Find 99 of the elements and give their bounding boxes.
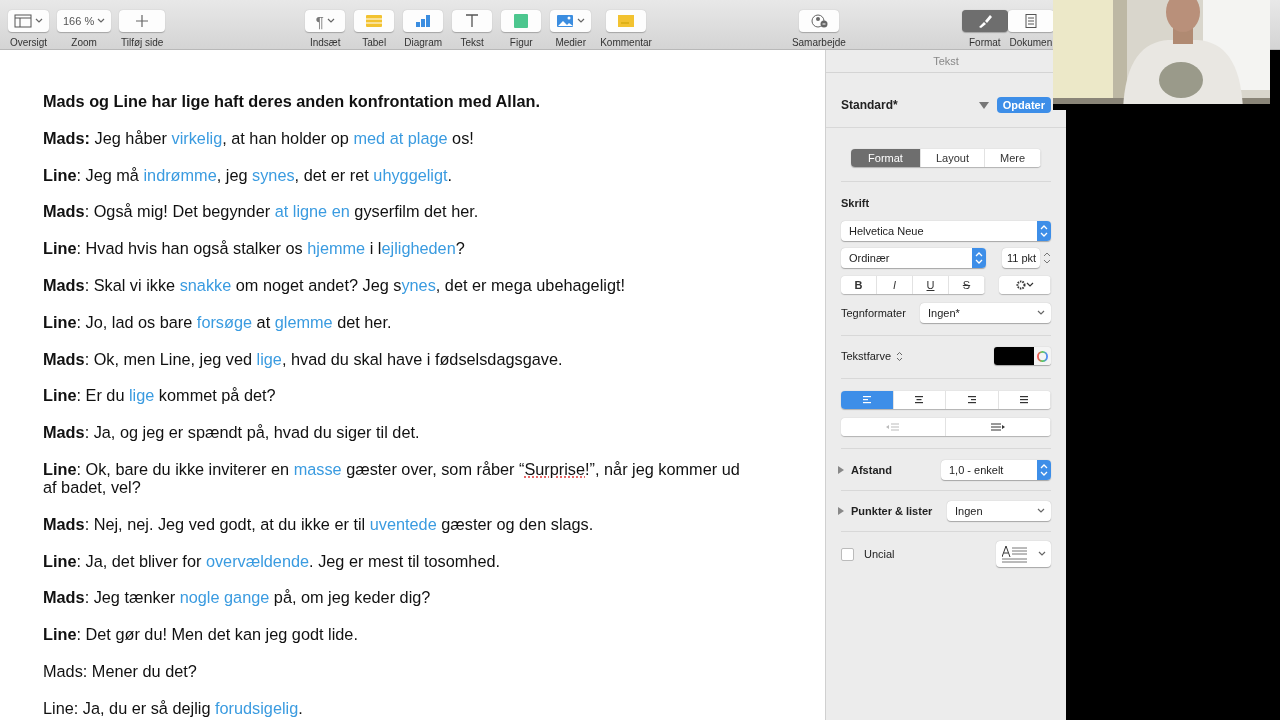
disclosure-triangle-icon[interactable] — [838, 466, 845, 474]
inspector-tab[interactable]: Mere — [985, 149, 1041, 167]
chevron-icon — [1037, 508, 1045, 514]
section-heading: Skrift — [841, 197, 870, 209]
stepper-icon — [1040, 225, 1048, 237]
drop-cap-icon — [1002, 545, 1028, 563]
sidebar-view-icon — [14, 14, 32, 28]
dialogue-line: Line: Det gør du! Men det kan jeg godt lide. — [43, 625, 359, 644]
chevron-icon — [1037, 310, 1045, 316]
view-button[interactable] — [8, 10, 49, 32]
toolbar-label: Dokumen — [1009, 37, 1053, 48]
align-right-icon — [966, 396, 977, 404]
font-size-field[interactable]: 11 pkt — [1002, 248, 1040, 268]
alignment-button[interactable] — [893, 391, 946, 409]
pilcrow-icon: ¶ — [315, 12, 324, 30]
dialogue-line: Line: Jo, lad os bare forsøge at glemme det her. — [43, 312, 393, 331]
field-label: Tegnformater — [841, 307, 906, 319]
stepper-icon[interactable] — [1043, 251, 1051, 265]
align-left-icon — [861, 396, 872, 404]
dialogue-line: Line: Ja, det bliver for overvældende. Jeg er mest til tosomhed. — [43, 551, 501, 570]
toolbar-label: Medier — [555, 37, 586, 48]
drop-cap-style-popup[interactable] — [996, 541, 1051, 567]
collaborate-button[interactable] — [798, 10, 839, 32]
stepper-icon — [1040, 464, 1048, 476]
toolbar-label: Format — [968, 37, 1001, 48]
paragraph-style-name: Standard* — [841, 98, 898, 112]
color-well[interactable] — [994, 347, 1034, 365]
dialogue-line: Line: Jeg må indrømme, jeg synes, det er ret uhyggeligt. — [43, 165, 454, 184]
character-style-popup[interactable]: Ingen* — [920, 303, 1051, 323]
inspector-tab[interactable]: Layout — [921, 149, 985, 167]
stepper-icon[interactable] — [896, 350, 904, 362]
font-popup[interactable]: Helvetica Neue — [841, 221, 1051, 241]
dialogue-line: Mads: Mener du det? — [43, 661, 198, 680]
format-button[interactable] — [961, 10, 1008, 32]
dialogue-line: Mads: Nej, nej. Jeg ved godt, at du ikke er til uventede gæster og den slags. — [43, 514, 595, 533]
disclosure-triangle-icon[interactable] — [838, 507, 845, 515]
underline-button[interactable]: U — [913, 276, 949, 294]
toolbar-label: Samarbejde — [791, 37, 846, 48]
media-button[interactable] — [550, 10, 592, 32]
table-icon — [365, 14, 384, 28]
chevron-icon — [1025, 282, 1034, 288]
align-center-icon — [914, 396, 925, 404]
toolbar-label: Diagram — [404, 37, 443, 48]
document-button[interactable] — [1007, 10, 1054, 32]
comment-icon — [617, 14, 636, 28]
dialogue-line: Mads: Skal vi ikke snakke om noget andet? Jeg synes, det er mega ubehageligt! — [43, 276, 626, 294]
stepper-icon — [975, 252, 983, 264]
color-wheel-icon[interactable] — [1037, 350, 1048, 362]
spacing-popup[interactable]: 1,0 - enkelt — [941, 460, 1051, 480]
gear-menu-button[interactable] — [999, 276, 1051, 294]
list-style-popup[interactable]: Ingen — [947, 501, 1051, 521]
toolbar-label: Zoom — [71, 37, 97, 48]
text-button[interactable] — [452, 10, 493, 32]
strike-button[interactable]: S — [949, 276, 985, 294]
chevron-icon — [1038, 551, 1046, 557]
gear-icon — [1015, 280, 1026, 290]
typeface-popup[interactable]: Ordinær — [841, 248, 986, 268]
indent-icon — [991, 423, 1005, 431]
dialogue-line: Line: Ok, bare du ikke inviterer en masse gæster over, som råber “Surprise!”, når jeg kommer ud af badet, vel? — [43, 459, 741, 496]
checkbox-label: Uncial — [864, 548, 895, 560]
dialogue-line: Mads: Ja, og jeg er spændt på, hvad du siger til det. — [43, 423, 421, 442]
toolbar-label: Indsæt — [309, 37, 341, 48]
dialogue-line: Line: Er du lige kommet på det? — [43, 386, 277, 405]
toolbar-label: Kommentar — [600, 37, 652, 48]
alignment-button[interactable] — [946, 391, 999, 409]
indent-button[interactable] — [946, 418, 1051, 436]
insert-button[interactable]: ¶ — [305, 10, 346, 32]
chart-button[interactable] — [403, 10, 444, 32]
section-heading: Punkter & lister — [851, 505, 933, 517]
person-add-icon — [809, 14, 828, 28]
section-heading: Afstand — [851, 464, 892, 476]
align-justify-icon — [1019, 396, 1030, 404]
toolbar-label: Oversigt — [9, 37, 48, 48]
field-label: Tekstfarve — [841, 350, 892, 362]
dialogue-line: Mads: Jeg tænker nogle gange på, om jeg keder dig? — [43, 588, 432, 607]
checkbox[interactable] — [841, 547, 854, 561]
dialogue-line: Line: Hvad hvis han også stalker os hjemme i lejligheden? — [43, 239, 466, 258]
toolbar-label: Tekst — [460, 37, 484, 48]
bold-button[interactable]: B — [841, 276, 877, 294]
square-icon — [512, 14, 531, 28]
zoom-button[interactable]: 166 % — [57, 10, 112, 32]
dialogue-line: Line: Ja, du er så dejlig forudsigelig. — [43, 698, 304, 717]
italic-button[interactable]: I — [877, 276, 913, 294]
shape-button[interactable] — [501, 10, 542, 32]
toolbar-label: Tilføj side — [121, 37, 164, 48]
document-heading: Mads og Line har lige haft deres anden konfrontation med Allan. — [43, 92, 541, 110]
dialogue-line: Mads: Ok, men Line, jeg ved lige, hvad du skal have i fødselsdagsgave. — [43, 349, 564, 368]
dialogue-line: Mads: Også mig! Det begynder at ligne en gyserfilm det her. — [43, 202, 480, 221]
outdent-icon — [886, 423, 900, 431]
dropdown-triangle-icon[interactable] — [978, 101, 989, 109]
dialogue-line: Mads: Jeg håber virkelig, at han holder op med at plage os! — [43, 128, 475, 147]
alignment-button[interactable] — [998, 391, 1051, 409]
inspector-title: Tekst — [933, 55, 959, 67]
inspector-tab[interactable]: Format — [851, 149, 921, 167]
bar-chart-icon — [414, 14, 433, 28]
image-icon — [556, 14, 575, 28]
toolbar-label: Tabel — [362, 37, 387, 48]
add-button[interactable] — [119, 10, 166, 32]
toolbar-label: Figur — [509, 37, 533, 48]
